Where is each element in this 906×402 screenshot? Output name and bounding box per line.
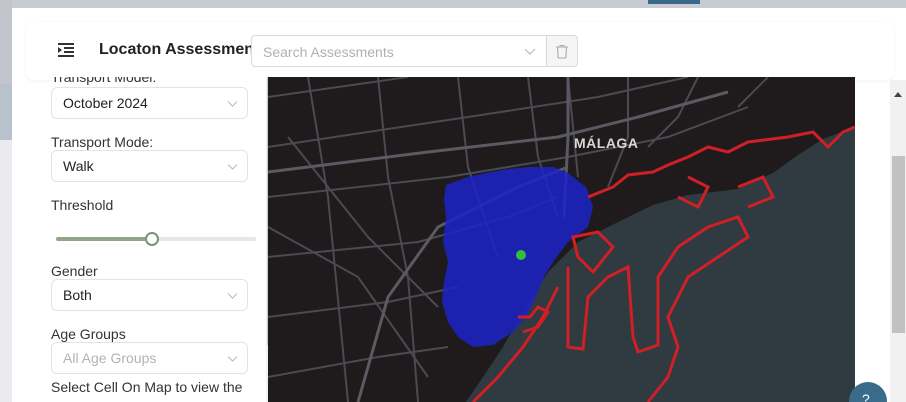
chevron-down-icon <box>227 293 238 299</box>
transport-mode-value: Walk <box>63 158 94 174</box>
chevron-down-icon <box>524 48 536 55</box>
map-canvas[interactable] <box>268 77 855 402</box>
trash-icon <box>556 44 568 59</box>
gender-select[interactable]: Both <box>51 279 248 311</box>
chevron-down-icon <box>227 164 238 170</box>
map-city-label: MÁLAGA <box>574 135 639 151</box>
threshold-slider-fill <box>56 237 152 241</box>
gender-label: Gender <box>51 263 98 279</box>
menu-fold-icon[interactable] <box>56 40 76 60</box>
selected-location-marker[interactable] <box>516 250 526 260</box>
age-groups-placeholder: All Age Groups <box>63 350 157 366</box>
transport-model-value: October 2024 <box>63 95 148 111</box>
search-assessments-select[interactable]: Search Assessments <box>251 35 547 67</box>
coverage-map[interactable]: MÁLAGA <box>268 77 855 402</box>
gender-value: Both <box>63 287 92 303</box>
backdrop-accent <box>648 0 700 4</box>
threshold-slider-handle[interactable] <box>145 232 159 246</box>
scroll-up-arrow-icon[interactable] <box>894 92 902 97</box>
transport-mode-label: Transport Mode: <box>51 134 154 150</box>
backdrop-top-bar <box>0 0 906 8</box>
backdrop-left-low <box>0 140 12 402</box>
map-hint-text: Select Cell On Map to view the <box>51 379 243 395</box>
page-scrollbar-thumb[interactable] <box>892 156 905 333</box>
page-title: Locaton Assessment <box>99 41 260 58</box>
transport-mode-select[interactable]: Walk <box>51 150 248 182</box>
transport-model-label: Transport Model: <box>51 77 157 85</box>
page-scrollbar[interactable] <box>890 80 906 402</box>
help-chat-icon: ? <box>862 391 870 402</box>
chevron-down-icon <box>227 101 238 107</box>
age-groups-label: Age Groups <box>51 326 126 342</box>
age-groups-select[interactable]: All Age Groups <box>51 342 248 374</box>
backdrop-left-strip <box>0 84 12 140</box>
delete-button[interactable] <box>547 35 578 67</box>
chevron-down-icon <box>227 356 238 362</box>
threshold-label: Threshold <box>51 197 114 213</box>
threshold-slider[interactable] <box>56 232 256 246</box>
transport-model-select[interactable]: October 2024 <box>51 87 248 119</box>
filter-panel: Transport Model: October 2024 Transport … <box>51 77 267 402</box>
search-placeholder: Search Assessments <box>263 44 394 60</box>
